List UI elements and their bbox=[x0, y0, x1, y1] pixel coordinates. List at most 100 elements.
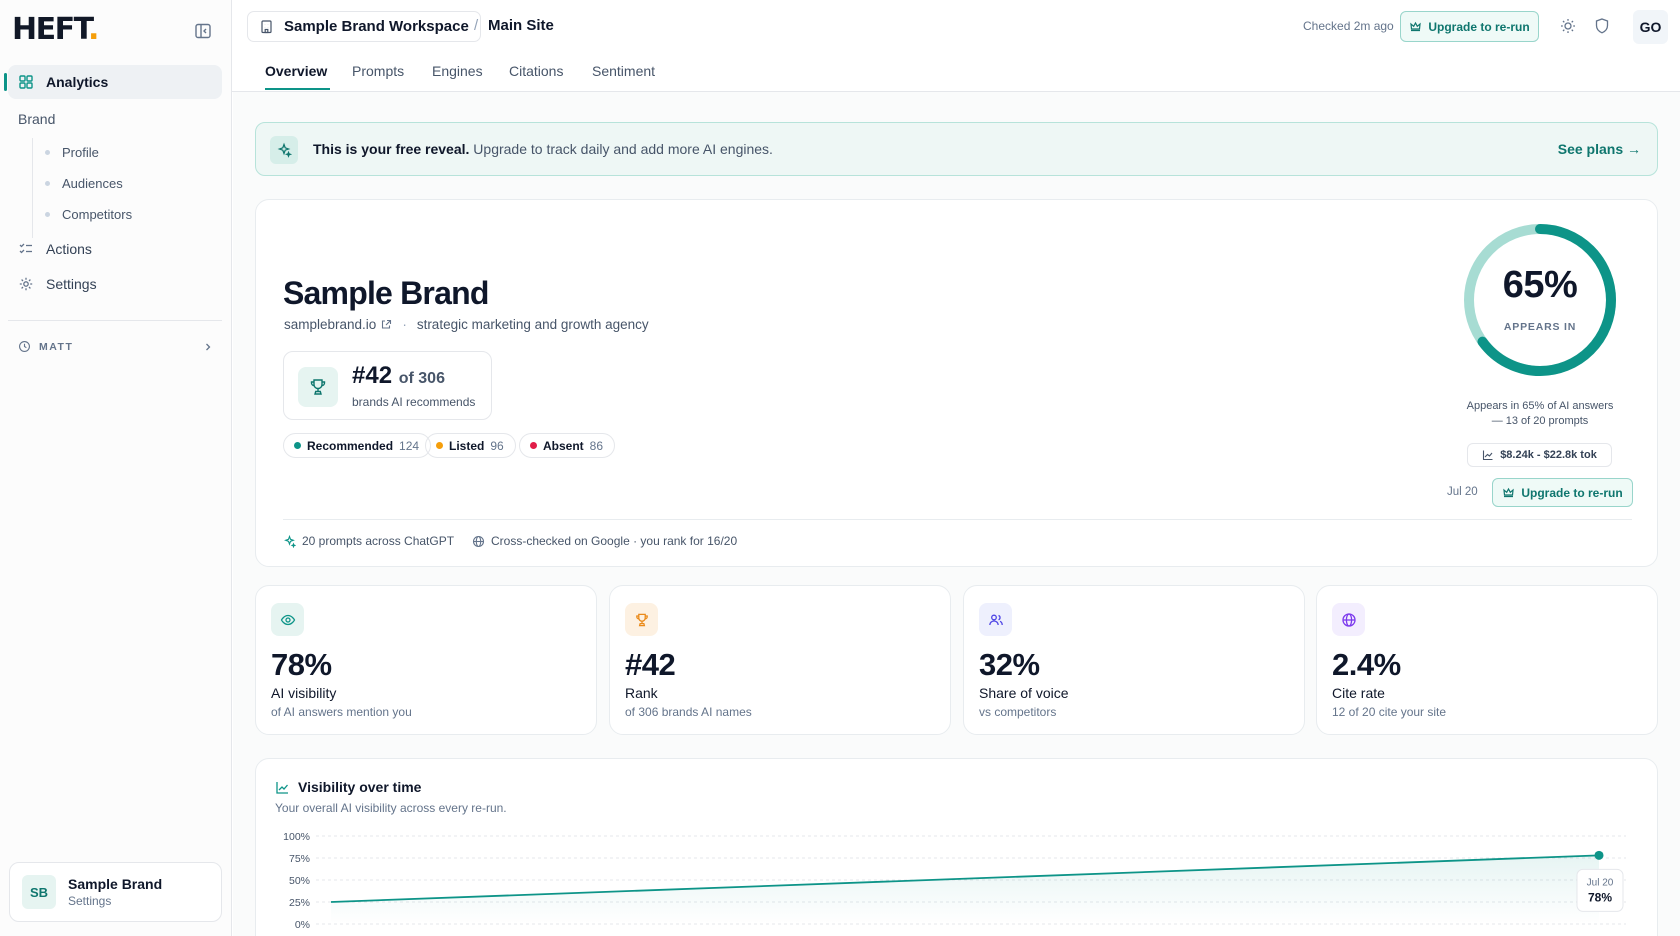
sidebar: HEFT. Analytics Brand Profile Audiences … bbox=[0, 0, 232, 936]
tab-overview[interactable]: Overview bbox=[265, 63, 327, 79]
upgrade-label: Upgrade to re-run bbox=[1428, 19, 1530, 34]
metric-description: 12 of 20 cite your site bbox=[1332, 705, 1447, 719]
sidebar-item-actions[interactable]: Actions bbox=[8, 232, 222, 266]
metric-name: AI visibility bbox=[271, 685, 337, 701]
user-switcher[interactable]: MATT bbox=[18, 340, 214, 353]
upgrade-rerun-button[interactable]: Upgrade to re-run bbox=[1492, 478, 1633, 507]
workspace-name: Sample Brand Workspace bbox=[284, 18, 469, 35]
metric-description: vs competitors bbox=[979, 705, 1057, 719]
metric-description: of AI answers mention you bbox=[271, 705, 412, 719]
external-link-icon[interactable] bbox=[381, 319, 392, 330]
sidebar-item-label: Analytics bbox=[46, 74, 109, 90]
token-cost-text: $8.24k - $22.8k tok bbox=[1500, 449, 1597, 461]
workspace-switcher[interactable]: Sample Brand Workspace bbox=[247, 11, 481, 42]
series-area bbox=[331, 855, 1599, 924]
sidebar-item-label: Settings bbox=[46, 276, 97, 292]
users-icon bbox=[979, 603, 1012, 636]
gear-icon bbox=[19, 277, 33, 291]
appears-in-gauge: 65% APPEARS IN bbox=[1460, 220, 1620, 380]
cross-check-info: Cross-checked on Google · you rank for 1… bbox=[472, 534, 737, 548]
bullet-icon bbox=[45, 181, 50, 186]
brand-subnav: Profile Audiences Competitors bbox=[32, 138, 132, 238]
tooltip-date: Jul 20 bbox=[1587, 877, 1614, 888]
listed-pill[interactable]: Listed 96 bbox=[425, 433, 516, 458]
sidebar-item-competitors[interactable]: Competitors bbox=[45, 207, 132, 222]
metric-value: #42 bbox=[625, 647, 676, 682]
rank-caption: brands AI recommends bbox=[352, 395, 476, 409]
tab-engines[interactable]: Engines bbox=[432, 63, 483, 79]
brand-meta: samplebrand.io · strategic marketing and… bbox=[284, 317, 649, 332]
brand-domain-link[interactable]: samplebrand.io bbox=[284, 317, 376, 332]
banner-message: This is your free reveal. Upgrade to tra… bbox=[313, 141, 773, 157]
sidebar-item-audiences[interactable]: Audiences bbox=[45, 176, 123, 191]
grid-icon bbox=[19, 75, 33, 89]
metric-name: Share of voice bbox=[979, 685, 1069, 701]
gauge-description: Appears in 65% of AI answers — 13 of 20 … bbox=[1466, 400, 1614, 427]
divider bbox=[283, 519, 1632, 520]
sun-icon[interactable] bbox=[1559, 17, 1577, 35]
y-tick-label: 50% bbox=[289, 875, 310, 887]
brand-overview-card: Sample Brand samplebrand.io · strategic … bbox=[255, 199, 1658, 567]
pill-label: Listed bbox=[449, 438, 485, 453]
metric-card-rank: #42 Rank of 306 brands AI names bbox=[609, 585, 951, 735]
user-avatar[interactable]: GO bbox=[1633, 10, 1668, 44]
status-dot bbox=[530, 442, 537, 449]
shield-icon[interactable] bbox=[1593, 17, 1611, 35]
visibility-chart-card: Visibility over time Your overall AI vis… bbox=[255, 758, 1658, 936]
metric-card-cite-rate: 2.4% Cite rate 12 of 20 cite your site bbox=[1316, 585, 1658, 735]
tab-prompts[interactable]: Prompts bbox=[352, 63, 404, 79]
rank-value: #42 of 306 bbox=[352, 362, 445, 390]
metric-value: 32% bbox=[979, 647, 1040, 682]
sidebar-item-settings[interactable]: Settings bbox=[8, 267, 222, 301]
visibility-line-chart: 100% 75% 50% 25% 0% Jul 20 78% bbox=[283, 831, 1626, 931]
sidebar-item-label: Profile bbox=[62, 145, 99, 160]
upgrade-banner: This is your free reveal. Upgrade to tra… bbox=[255, 122, 1658, 176]
chevron-right-icon bbox=[206, 343, 211, 350]
crown-icon bbox=[1410, 21, 1422, 32]
logo[interactable]: HEFT. bbox=[12, 12, 99, 47]
absent-pill[interactable]: Absent 86 bbox=[519, 433, 616, 458]
metric-name: Rank bbox=[625, 685, 658, 701]
sidebar-item-label: Actions bbox=[46, 241, 92, 257]
eye-icon bbox=[271, 603, 304, 636]
metric-card-visibility: 78% AI visibility of AI answers mention … bbox=[255, 585, 597, 735]
bullet-icon bbox=[45, 150, 50, 155]
pill-count: 96 bbox=[490, 438, 504, 453]
token-cost-badge: $8.24k - $22.8k tok bbox=[1467, 443, 1612, 467]
trophy-icon bbox=[625, 603, 658, 636]
brand-card-sub: Settings bbox=[68, 894, 112, 908]
history-icon bbox=[19, 341, 30, 352]
brand-title: Sample Brand bbox=[283, 275, 489, 311]
checked-status: Checked 2m ago bbox=[1303, 19, 1394, 33]
see-plans-link[interactable]: See plans → bbox=[1558, 141, 1641, 157]
building-icon bbox=[261, 20, 272, 34]
metric-value: 78% bbox=[271, 647, 332, 682]
tab-sentiment[interactable]: Sentiment bbox=[592, 63, 655, 79]
prompts-info: 20 prompts across ChatGPT bbox=[283, 534, 454, 548]
banner-text: Upgrade to track daily and add more AI e… bbox=[469, 141, 773, 157]
metric-name: Cite rate bbox=[1332, 685, 1385, 701]
recommended-pill[interactable]: Recommended 124 bbox=[283, 433, 432, 458]
breadcrumb-site[interactable]: Main Site bbox=[488, 17, 554, 34]
tab-citations[interactable]: Citations bbox=[509, 63, 563, 79]
prompts-info-text: 20 prompts across ChatGPT bbox=[302, 534, 455, 548]
banner-bold: This is your free reveal. bbox=[313, 141, 470, 157]
sidebar-item-analytics[interactable]: Analytics bbox=[4, 65, 222, 99]
brand-card-name: Sample Brand bbox=[68, 876, 163, 892]
trophy-icon bbox=[298, 367, 338, 407]
pill-label: Absent bbox=[543, 438, 584, 453]
sidebar-item-profile[interactable]: Profile bbox=[45, 145, 99, 160]
sidebar-item-label: Competitors bbox=[62, 207, 133, 222]
meta-separator: · bbox=[402, 317, 407, 332]
cross-check-text: Cross-checked on Google · you rank for 1… bbox=[491, 534, 738, 548]
metric-card-share-of-voice: 32% Share of voice vs competitors bbox=[963, 585, 1305, 735]
sidebar-collapse-icon[interactable] bbox=[194, 22, 212, 40]
crown-icon bbox=[1503, 487, 1515, 498]
sparkle-icon bbox=[270, 136, 298, 164]
brand-switcher[interactable]: SB Sample Brand Settings bbox=[9, 862, 222, 922]
y-tick-label: 25% bbox=[289, 897, 310, 909]
run-date: Jul 20 bbox=[1447, 486, 1478, 498]
avatar: SB bbox=[22, 875, 56, 909]
upgrade-button[interactable]: Upgrade to re-run bbox=[1400, 11, 1539, 42]
sidebar-section-brand[interactable]: Brand bbox=[18, 111, 55, 127]
